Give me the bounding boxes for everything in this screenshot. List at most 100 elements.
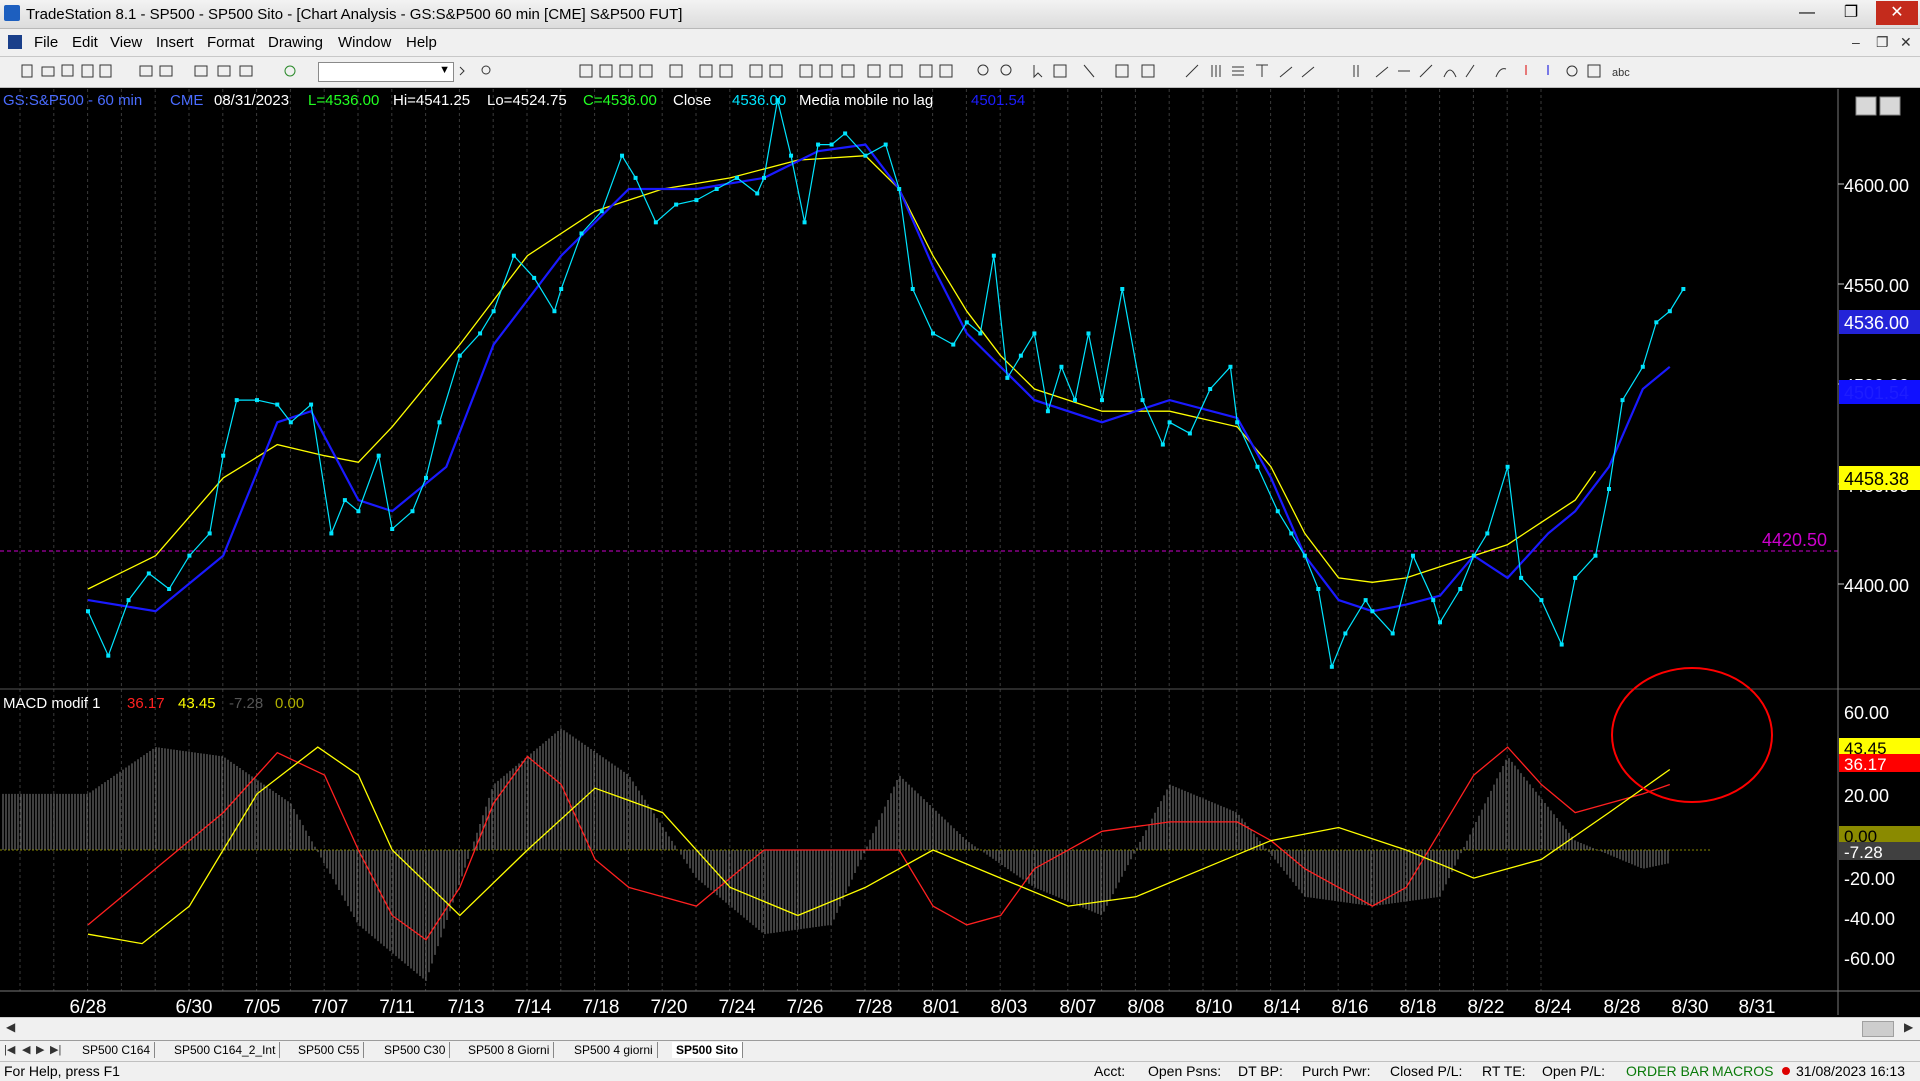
- tab-prev-icon[interactable]: ◀: [22, 1043, 30, 1056]
- macd-tick-label: -60.00: [1844, 949, 1895, 969]
- fib-icon: [1256, 64, 1268, 77]
- zoom-in-icon: [977, 64, 989, 76]
- price-point: [1681, 287, 1686, 291]
- menu-file[interactable]: File: [34, 34, 58, 51]
- price-point: [1140, 398, 1145, 403]
- maximize-button[interactable]: ❐: [1830, 1, 1872, 25]
- price-point: [579, 231, 584, 236]
- macd-axis-label: -7.28: [1844, 843, 1883, 862]
- workspace-tabs: |◀ ◀ ▶ ▶| SP500 C164 SP500 C164_2_Int SP…: [0, 1040, 1920, 1061]
- price-point: [991, 253, 996, 258]
- date-tick-label: 6/30: [176, 997, 213, 1015]
- tools-icon: [1083, 64, 1095, 78]
- close-button[interactable]: ✕: [1876, 1, 1918, 25]
- price-point: [1228, 364, 1233, 369]
- price-point: [883, 142, 888, 147]
- status-closed-pl: Closed P/L:: [1390, 1063, 1463, 1079]
- paste-format-icon: [1115, 64, 1129, 78]
- menu-format[interactable]: Format: [207, 34, 255, 51]
- price-point: [816, 142, 821, 147]
- menu-insert[interactable]: Insert: [156, 34, 194, 51]
- menu-window[interactable]: Window: [338, 34, 391, 51]
- tab-sp500-c164-2-int[interactable]: SP500 C164_2_Int: [170, 1042, 281, 1058]
- menu-help[interactable]: Help: [406, 34, 437, 51]
- connection-status-icon: [1782, 1067, 1790, 1075]
- tab-next-icon[interactable]: ▶: [36, 1043, 44, 1056]
- tab-last-icon[interactable]: ▶|: [50, 1043, 61, 1056]
- price-point: [1370, 609, 1375, 614]
- child-close-button[interactable]: ✕: [1900, 34, 1912, 51]
- price-point: [1593, 553, 1598, 558]
- status-macros[interactable]: MACROS: [1712, 1063, 1773, 1079]
- tab-first-icon[interactable]: |◀: [4, 1043, 15, 1056]
- ellipse-icon: [1566, 65, 1578, 77]
- scroll-right-icon[interactable]: ▶: [1904, 1020, 1913, 1034]
- date-tick-label: 8/24: [1535, 997, 1572, 1015]
- price-point: [1505, 464, 1510, 469]
- header-indicator-name: Media mobile no lag: [799, 92, 933, 109]
- date-tick-label: 8/08: [1128, 997, 1165, 1015]
- date-tick-label: 8/10: [1196, 997, 1233, 1015]
- open-icon: [41, 66, 55, 77]
- date-tick-label: 7/20: [651, 997, 688, 1015]
- horizontal-lines-icon: [1232, 66, 1244, 76]
- price-point: [126, 598, 131, 603]
- chart-window-icon: [8, 35, 22, 49]
- tab-sp500-sito[interactable]: SP500 Sito: [672, 1042, 744, 1058]
- chart-area[interactable]: GS:S&P500 - 60 min CME 08/31/2023 L=4536.00…: [0, 89, 1920, 1015]
- date-tick-label: 8/16: [1332, 997, 1369, 1015]
- child-restore-button[interactable]: ❐: [1876, 34, 1889, 51]
- minimize-button[interactable]: —: [1786, 1, 1828, 25]
- tab-sp500-8-giorni[interactable]: SP500 8 Giorni: [464, 1042, 555, 1058]
- tab-sp500-4-giorni[interactable]: SP500 4 giorni: [570, 1042, 658, 1058]
- date-tick-label: 7/28: [856, 997, 893, 1015]
- price-point: [755, 191, 760, 196]
- menu-edit[interactable]: Edit: [72, 34, 98, 51]
- price-point: [1045, 409, 1050, 414]
- scale-icon: [889, 64, 903, 78]
- symbol-combo[interactable]: ▼: [318, 62, 454, 82]
- price-point: [1519, 575, 1524, 580]
- price-point: [1059, 364, 1064, 369]
- scroll-left-icon[interactable]: ◀: [6, 1020, 15, 1034]
- price-point: [275, 402, 280, 407]
- date-tick-label: 8/18: [1400, 997, 1437, 1015]
- chart-background: [0, 89, 1920, 1015]
- price-point: [734, 175, 739, 180]
- tab-sp500-c30[interactable]: SP500 C30: [380, 1042, 451, 1058]
- macd-tick-label: 20.00: [1844, 786, 1889, 806]
- price-point: [931, 331, 935, 336]
- news-icon: [639, 64, 653, 78]
- select-icon: [1053, 64, 1067, 78]
- date-tick-label: 7/11: [379, 997, 415, 1015]
- tab-sp500-c164[interactable]: SP500 C164: [78, 1042, 156, 1058]
- child-minimize-button[interactable]: –: [1852, 34, 1860, 50]
- gann-icon: [1353, 65, 1359, 77]
- horizontal-scrollbar[interactable]: ◀ ▶: [0, 1017, 1920, 1040]
- price-point: [1072, 398, 1077, 403]
- andrews-icon: [1301, 66, 1315, 78]
- compress-icon: [939, 64, 953, 78]
- scroll-thumb[interactable]: [1862, 1021, 1894, 1037]
- price-point: [491, 309, 496, 314]
- price-point: [532, 275, 537, 280]
- workspace-save-icon: [799, 64, 813, 78]
- trendline-icon: [1185, 64, 1199, 78]
- pointer-icon: [1033, 65, 1043, 79]
- parallel-icon: [1419, 64, 1433, 78]
- macd-tick-label: -20.00: [1844, 869, 1895, 889]
- price-point: [1167, 420, 1172, 425]
- price-point: [694, 198, 699, 203]
- date-tick-label: 8/03: [991, 997, 1028, 1015]
- header-high: Hi=4541.25: [393, 92, 470, 109]
- tab-sp500-c55[interactable]: SP500 C55: [294, 1042, 365, 1058]
- date-tick-label: 8/22: [1468, 997, 1505, 1015]
- date-tick-label: 7/05: [244, 997, 281, 1015]
- menu-view[interactable]: View: [110, 34, 142, 51]
- menu-drawing[interactable]: Drawing: [268, 34, 323, 51]
- status-order-bar[interactable]: ORDER BAR: [1626, 1063, 1709, 1079]
- arc-icon: [1443, 69, 1457, 78]
- price-point: [1573, 575, 1578, 580]
- price-point: [187, 553, 192, 558]
- matrix-icon: [619, 64, 633, 78]
